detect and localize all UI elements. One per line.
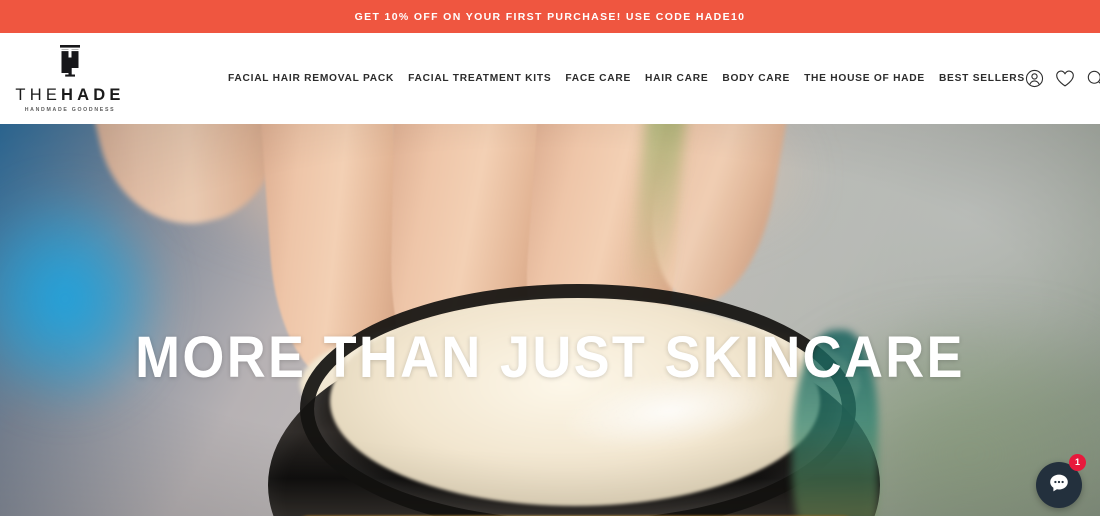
heart-icon[interactable]	[1055, 69, 1075, 88]
chat-bubble-icon	[1047, 471, 1071, 500]
chat-unread-badge: 1	[1069, 454, 1086, 471]
nav-item-hair-care[interactable]: HAIR CARE	[645, 73, 708, 84]
nav-item-body-care[interactable]: BODY CARE	[722, 73, 790, 84]
logo-wordmark: THEHADE	[15, 87, 124, 104]
hero-headline: MORE THAN JUST SKINCARE	[135, 325, 965, 390]
logo-word-the: THE	[15, 85, 62, 104]
nav-item-the-house-of-hade[interactable]: THE HOUSE OF HADE	[804, 73, 925, 84]
search-icon[interactable]	[1086, 69, 1100, 88]
nav-item-face-care[interactable]: FACE CARE	[565, 73, 631, 84]
chat-widget[interactable]: 1	[1032, 454, 1086, 508]
main-navigation: FACIAL HAIR REMOVAL PACK FACIAL TREATMEN…	[228, 73, 1025, 84]
announcement-text: GET 10% OFF ON YOUR FIRST PURCHASE! USE …	[354, 10, 746, 23]
nav-item-facial-treatment-kits[interactable]: FACIAL TREATMENT KITS	[408, 73, 551, 84]
th-monogram-icon	[57, 44, 83, 83]
header-icon-group	[1025, 69, 1100, 89]
site-logo[interactable]: THEHADE HANDMADE GOODNESS	[15, 44, 120, 114]
site-header: THEHADE HANDMADE GOODNESS FACIAL HAIR RE…	[0, 33, 1100, 124]
nav-item-best-sellers[interactable]: BEST SELLERS	[939, 73, 1025, 84]
account-icon[interactable]	[1025, 69, 1044, 88]
logo-word-hade: HADE	[61, 85, 125, 104]
hero-banner: MORE THAN JUST SKINCARE 1	[0, 124, 1100, 516]
announcement-bar: GET 10% OFF ON YOUR FIRST PURCHASE! USE …	[0, 0, 1100, 33]
hero-background-image	[0, 124, 1100, 516]
nav-item-facial-hair-removal-pack[interactable]: FACIAL HAIR REMOVAL PACK	[228, 73, 394, 84]
logo-tagline: HANDMADE GOODNESS	[24, 107, 116, 114]
